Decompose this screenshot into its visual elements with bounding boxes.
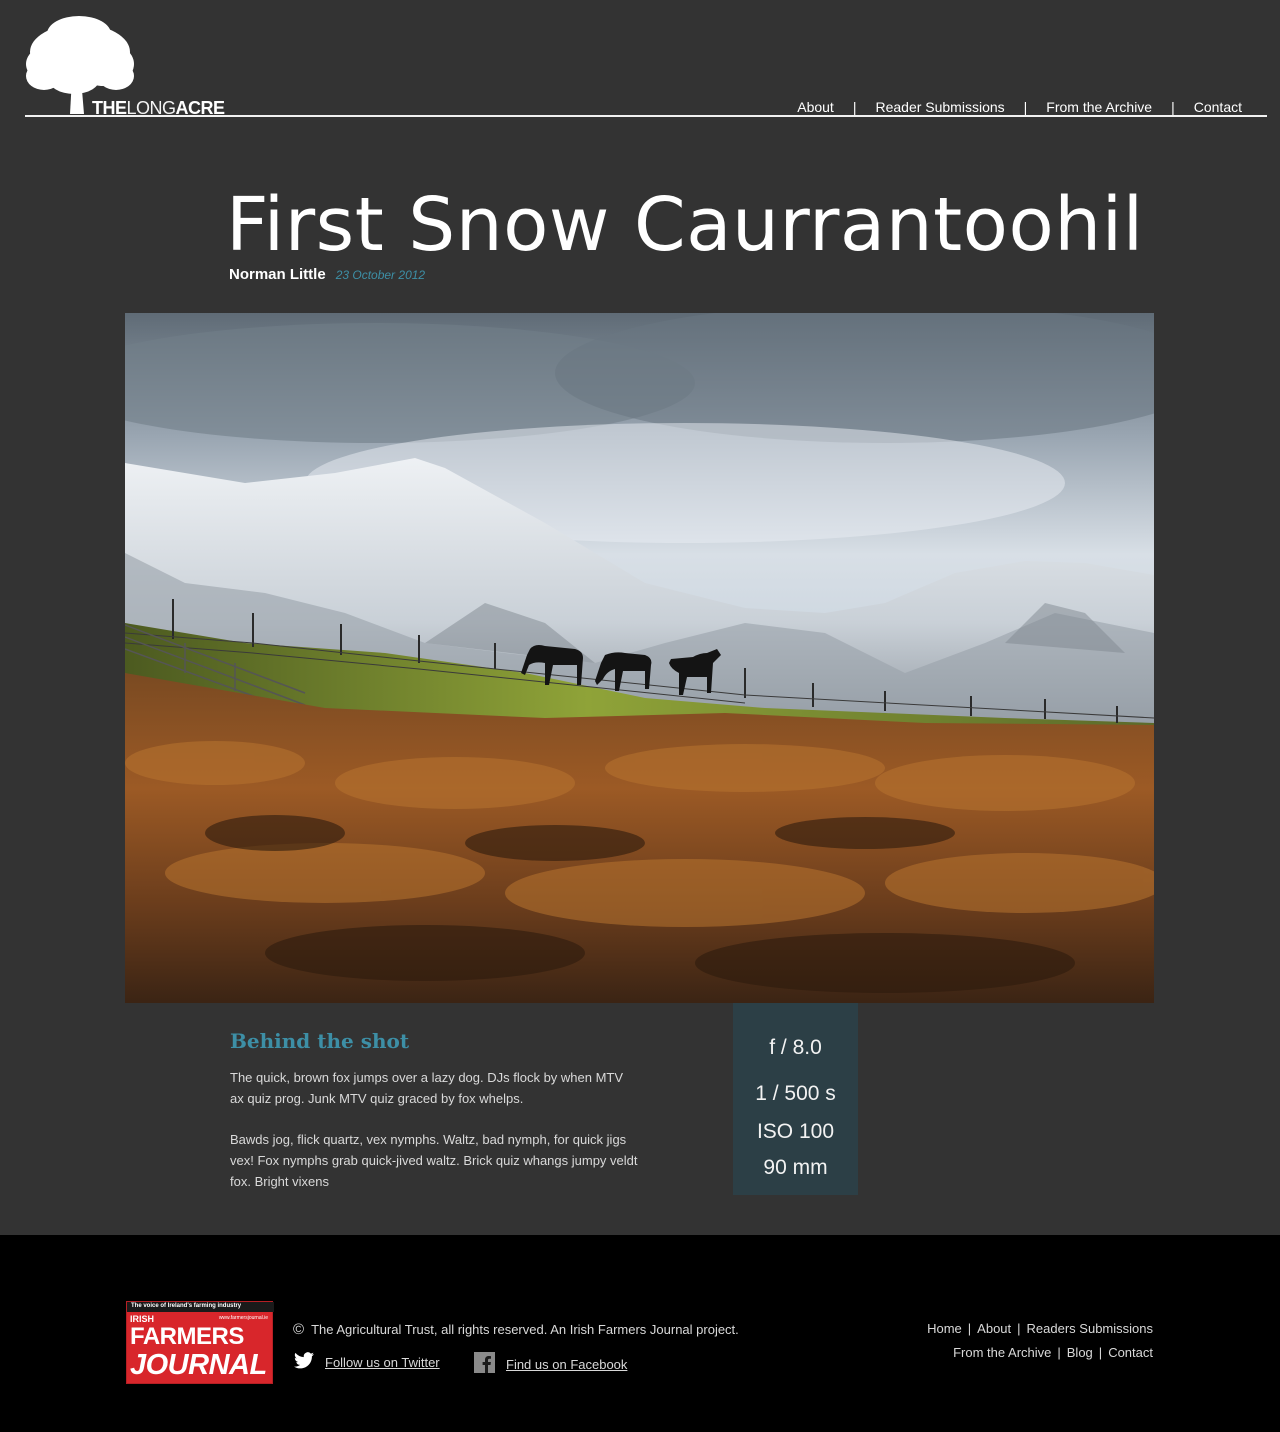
irish-farmers-journal-logo[interactable]: The voice of Ireland's farming industry … <box>126 1301 274 1384</box>
nav-reader-submissions[interactable]: Reader Submissions <box>875 99 1004 115</box>
footer-separator: | <box>1057 1345 1061 1360</box>
site-header: THELONGACRE About | Reader Submissions |… <box>0 0 1280 120</box>
shutter-number: 1 / 500 <box>755 1082 820 1105</box>
copyright-icon: © <box>293 1321 305 1338</box>
post-byline: Norman Little 23 October 2012 <box>229 266 425 283</box>
nav-separator: | <box>852 99 857 115</box>
facebook-link[interactable]: Find us on Facebook <box>474 1352 627 1376</box>
footer-link-from-the-archive[interactable]: From the Archive <box>953 1345 1051 1360</box>
footer-separator: | <box>967 1321 972 1336</box>
site-logo[interactable]: THELONGACRE <box>24 14 234 118</box>
footer-link-blog[interactable]: Blog <box>1067 1345 1093 1360</box>
nav-contact[interactable]: Contact <box>1194 99 1242 115</box>
nav-separator: | <box>1171 99 1175 115</box>
post-author[interactable]: Norman Little <box>229 266 326 283</box>
featured-photo[interactable] <box>125 313 1154 1003</box>
focal-unit: mm <box>792 1156 828 1179</box>
facebook-label: Find us on Facebook <box>506 1356 628 1372</box>
twitter-label: Follow us on Twitter <box>325 1354 440 1370</box>
iso-label: ISO <box>756 1120 794 1143</box>
footer-link-readers-submissions[interactable]: Readers Submissions <box>1027 1321 1153 1336</box>
copyright-text: The Agricultural Trust, all rights reser… <box>311 1322 739 1337</box>
ifj-farmers: FARMERS <box>130 1323 244 1350</box>
iso-value: ISO 100 <box>733 1120 858 1144</box>
ifj-journal: JOURNAL <box>130 1349 267 1381</box>
focal-number: 90 <box>763 1156 787 1179</box>
aperture-symbol: f <box>769 1036 776 1059</box>
footer-separator: | <box>1098 1345 1103 1360</box>
footer-link-about[interactable]: About <box>977 1321 1011 1336</box>
header-divider <box>25 115 1267 117</box>
focal-length-value: 90 mm <box>733 1156 858 1180</box>
nav-about[interactable]: About <box>797 99 834 115</box>
footer-nav-row-2: From the Archive | Blog | Contact <box>953 1345 1153 1360</box>
shutter-unit: s <box>825 1082 836 1105</box>
footer-separator: | <box>1017 1321 1021 1336</box>
landscape-photo-image <box>125 313 1154 1003</box>
main-nav: About | Reader Submissions | From the Ar… <box>797 99 1242 115</box>
facebook-icon <box>474 1352 495 1376</box>
behind-the-shot-paragraph-2: Bawds jog, flick quartz, vex nymphs. Wal… <box>230 1132 638 1189</box>
copyright-notice: © The Agricultural Trust, all rights res… <box>293 1321 739 1338</box>
post-date: 23 October 2012 <box>335 268 426 282</box>
ifj-url: www.farmersjournal.ie <box>218 1315 268 1321</box>
footer-nav-row-1: Home | About | Readers Submissions <box>927 1321 1153 1336</box>
nav-separator: | <box>1023 99 1028 115</box>
aperture-number: / 8.0 <box>780 1036 822 1059</box>
shutter-speed-value: 1 / 500 s <box>733 1082 858 1106</box>
footer-link-home[interactable]: Home <box>927 1321 962 1336</box>
aperture-value: f / 8.0 <box>733 1036 858 1060</box>
post-title: First Snow Caurrantoohil <box>226 182 1144 268</box>
footer-link-contact[interactable]: Contact <box>1108 1345 1153 1360</box>
nav-from-the-archive[interactable]: From the Archive <box>1046 99 1152 115</box>
behind-the-shot-paragraph-1: The quick, brown fox jumps over a lazy d… <box>230 1070 624 1106</box>
iso-number: 100 <box>798 1120 835 1143</box>
twitter-link[interactable]: Follow us on Twitter <box>294 1352 440 1372</box>
behind-the-shot-heading: Behind the shot <box>230 1029 410 1053</box>
ifj-tagline: The voice of Ireland's farming industry <box>131 1303 242 1309</box>
twitter-icon <box>294 1352 314 1372</box>
